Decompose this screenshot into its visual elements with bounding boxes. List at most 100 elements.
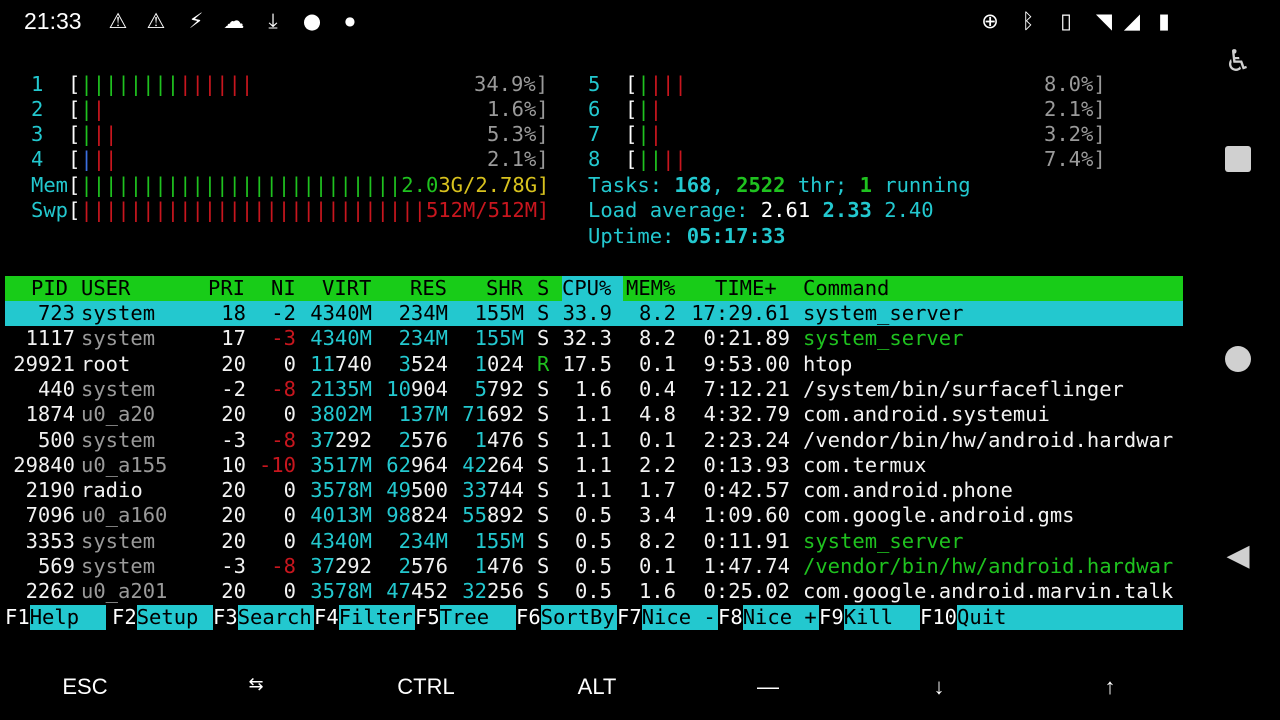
col-pri[interactable]: PRI xyxy=(208,276,245,301)
load-average: Load average: 2.61 2.33 2.40 xyxy=(588,198,934,222)
fkey-f5-button[interactable]: Tree xyxy=(439,605,516,630)
overview-button[interactable] xyxy=(1222,146,1254,172)
cell-user: u0_a160 xyxy=(81,503,168,528)
fkey-f3-button[interactable]: Search xyxy=(237,605,314,630)
table-row[interactable]: 3353 system 20 0 4340M 234M 155M S 0.5 8.2 0:11.91… xyxy=(0,529,1183,554)
table-row[interactable]: 2262 u0_a201 20 0 3578M 47452 32256 S 0.5 1.6 0:25… xyxy=(0,579,1183,604)
cell-cpu: 1.1 xyxy=(574,402,612,427)
cell-user: u0_a155 xyxy=(81,452,168,477)
alt-key[interactable]: ALT xyxy=(537,674,657,700)
table-row[interactable]: 1117 system 17 -3 4340M 234M 155M S 32.3 8.2 0:21.… xyxy=(0,326,1183,351)
col-state[interactable]: S xyxy=(537,276,549,301)
cell-ni: 0 xyxy=(283,478,296,503)
process-table-header: PID USER PRI NI VIRT RES SHR S CPU% MEM%… xyxy=(5,276,1183,301)
fkey-f8-button[interactable]: Nice + xyxy=(742,605,819,630)
dash-key[interactable]: — xyxy=(708,674,828,700)
cell-mem: 8.2 xyxy=(638,326,676,351)
cpu-meter-7-pct: 3.2%] xyxy=(1044,122,1106,146)
dot-icon: ● xyxy=(344,14,356,28)
back-icon[interactable]: ◀ xyxy=(1222,538,1254,573)
overview-icon xyxy=(1225,146,1251,172)
cell-pri: 20 xyxy=(221,351,246,376)
table-row[interactable]: 29921 root 20 0 11740 3524 1024 R 17.5 0.1 9:53.00… xyxy=(0,352,1183,377)
fkey-f9-button[interactable]: Kill xyxy=(843,605,920,630)
cell-s: S xyxy=(537,503,550,528)
cell-mem: 4.8 xyxy=(638,402,676,427)
cell-cpu: 1.1 xyxy=(574,452,612,477)
fkey-f6-num: F6 xyxy=(516,605,541,629)
cell-cmd: htop xyxy=(803,351,853,376)
cell-pri: 20 xyxy=(221,478,246,503)
cell-virt: 3517M xyxy=(310,452,372,477)
cell-ni: -3 xyxy=(271,326,296,351)
col-mem[interactable]: MEM% xyxy=(626,276,675,301)
col-pid[interactable]: PID xyxy=(31,276,68,301)
cpu-meter-3-pct: 5.3%] xyxy=(487,122,549,146)
col-ni[interactable]: NI xyxy=(271,276,296,301)
esc-key[interactable]: ESC xyxy=(25,674,145,700)
col-user[interactable]: USER xyxy=(81,276,130,301)
col-command[interactable]: Command xyxy=(803,276,889,301)
cell-mem: 0.4 xyxy=(638,376,676,401)
cell-s: S xyxy=(537,326,550,351)
cell-shr: 71692 xyxy=(462,402,524,427)
tasks-summary: Tasks: 168, 2522 thr; 1 running xyxy=(588,173,971,197)
col-virt[interactable]: VIRT xyxy=(322,276,371,301)
cell-res: 49500 xyxy=(386,478,448,503)
cell-pid: 500 xyxy=(37,427,75,452)
fkey-f6-button[interactable]: SortBy xyxy=(540,605,617,630)
cell-cmd: com.google.android.gms xyxy=(803,503,1075,528)
cell-cmd: /vendor/bin/hw/android.hardwar xyxy=(803,427,1174,452)
status-bar: 21:33 ⚠ ⚠ ⚡ ☁ ⤓ ● ● ⊕ ᛒ ▯ ◥ ◢ ▮ xyxy=(0,0,1190,44)
col-cpu[interactable]: CPU% xyxy=(562,276,624,301)
data-saver-icon: ⊕ xyxy=(981,9,999,33)
table-row[interactable]: 723 system 18 -2 4340M 234M 155M S 33.9 8.2 17:29.… xyxy=(0,301,1183,326)
fkey-f7-button[interactable]: Nice - xyxy=(641,605,718,630)
down-arrow-key[interactable]: ↓ xyxy=(879,674,999,700)
cell-time: 0:13.93 xyxy=(703,452,790,477)
cell-user: system xyxy=(81,326,156,351)
tab-key[interactable]: ⇆ xyxy=(196,674,316,695)
cell-mem: 1.6 xyxy=(638,579,676,604)
table-row[interactable]: 29840 u0_a155 10 -10 3517M 62964 42264 S 1.1 2.2 0… xyxy=(0,453,1183,478)
cell-mem: 8.2 xyxy=(638,301,676,325)
cell-shr: 55892 xyxy=(462,503,524,528)
fkey-f10-button[interactable]: Quit xyxy=(957,605,1183,630)
cell-pid: 569 xyxy=(37,554,75,578)
accessibility-icon[interactable]: ♿ xyxy=(1222,44,1254,79)
table-row[interactable]: 7096 u0_a160 20 0 4013M 98824 55892 S 0.5 3.4 1:09… xyxy=(0,503,1183,528)
cell-virt: 4013M xyxy=(310,503,372,528)
fkey-f1-button[interactable]: Help xyxy=(29,605,106,630)
cell-pid: 3353 xyxy=(25,528,75,553)
cell-shr: 1476 xyxy=(474,427,524,452)
fkey-f3-num: F3 xyxy=(213,605,238,629)
col-res[interactable]: RES xyxy=(410,276,447,301)
home-button[interactable] xyxy=(1222,346,1254,372)
cell-ni: -10 xyxy=(258,452,296,477)
cell-res: 137M xyxy=(398,402,448,427)
table-row[interactable]: 1874 u0_a20 20 0 3802M 137M 71692 S 1.1 4.8 4:32.7… xyxy=(0,402,1183,427)
cell-pid: 2190 xyxy=(25,478,75,503)
table-row[interactable]: 440 system -2 -8 2135M 10904 5792 S 1.6 0.4 7:12.2… xyxy=(0,377,1183,402)
cell-cmd: com.android.systemui xyxy=(803,402,1050,427)
cell-pri: -3 xyxy=(221,427,246,452)
cell-res: 234M xyxy=(398,301,448,325)
table-row[interactable]: 2190 radio 20 0 3578M 49500 33744 S 1.1 1.7 0:42.5… xyxy=(0,478,1183,503)
col-time[interactable]: TIME+ xyxy=(715,276,777,301)
fkey-f1-num: F1 xyxy=(5,605,30,629)
cell-pri: -3 xyxy=(221,554,246,578)
table-row[interactable]: 500 system -3 -8 37292 2576 1476 S 1.1 0.1 2:23.24… xyxy=(0,428,1183,453)
cpu-meter-2-pct: 1.6%] xyxy=(487,97,549,121)
cell-ni: -8 xyxy=(271,376,296,401)
cell-pid: 29840 xyxy=(13,452,75,477)
up-arrow-key[interactable]: ↑ xyxy=(1050,674,1170,700)
cpu-meter-4-pct: 2.1%] xyxy=(487,147,549,171)
cell-cpu: 1.6 xyxy=(574,376,612,401)
cell-time: 0:21.89 xyxy=(703,326,790,351)
fkey-f2-button[interactable]: Setup xyxy=(136,605,213,630)
ctrl-key[interactable]: CTRL xyxy=(366,674,486,700)
table-row[interactable]: 569 system -3 -8 37292 2576 1476 S 0.5 0.1 1:47.74… xyxy=(0,554,1183,579)
col-shr[interactable]: SHR xyxy=(486,276,523,301)
fkey-f4-button[interactable]: Filter xyxy=(338,605,415,630)
battery-charging-icon: ▮ xyxy=(1158,9,1170,33)
